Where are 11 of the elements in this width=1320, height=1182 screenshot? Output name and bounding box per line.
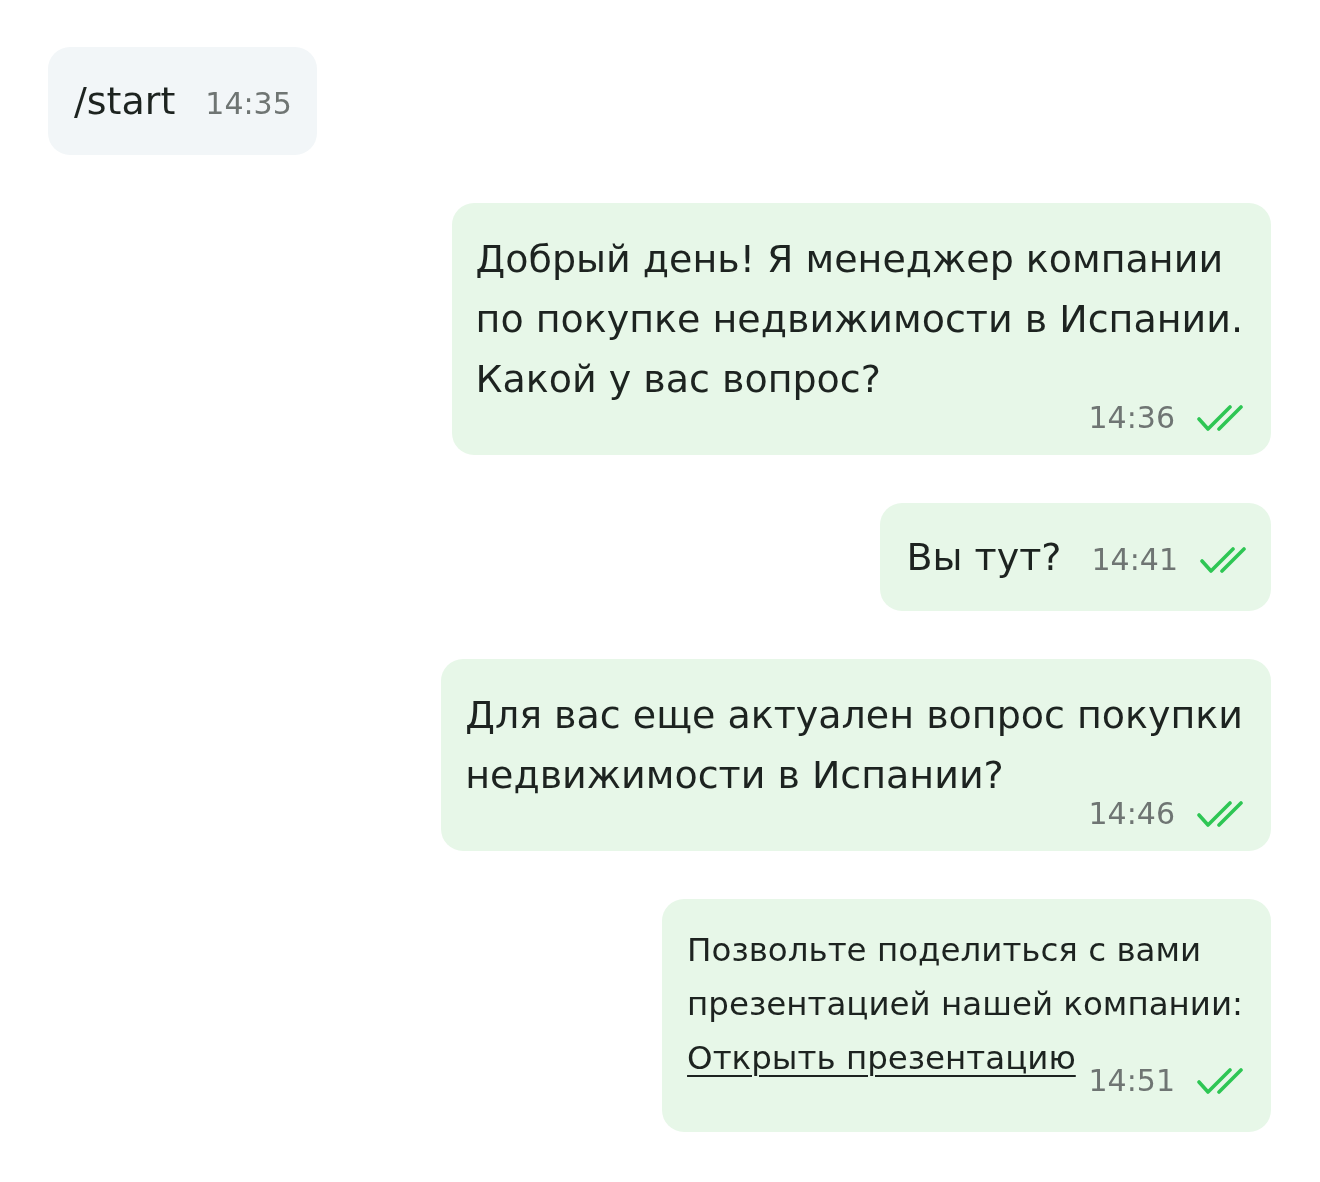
message-time: 14:41 [1091,544,1178,576]
message-text: Добрый день! Я менеджер компании по покупке недвижимости в Испании. Какой у вас вопрос? [475,237,1243,401]
message-text: Позвольте поделиться с вами презентацией нашей компании: [687,931,1243,1023]
message-time: 14:35 [205,88,292,120]
presentation-link[interactable]: Открыть презентацию [687,1039,1076,1077]
message-time: 14:36 [1088,402,1175,434]
message-text: /start [74,78,176,125]
message-text: Вы тут? [906,534,1062,581]
message-time: 14:51 [1088,1065,1175,1097]
message-text: Для вас еще актуален вопрос покупки недвижимости в Испании? [465,693,1243,797]
message-time: 14:46 [1088,798,1175,830]
